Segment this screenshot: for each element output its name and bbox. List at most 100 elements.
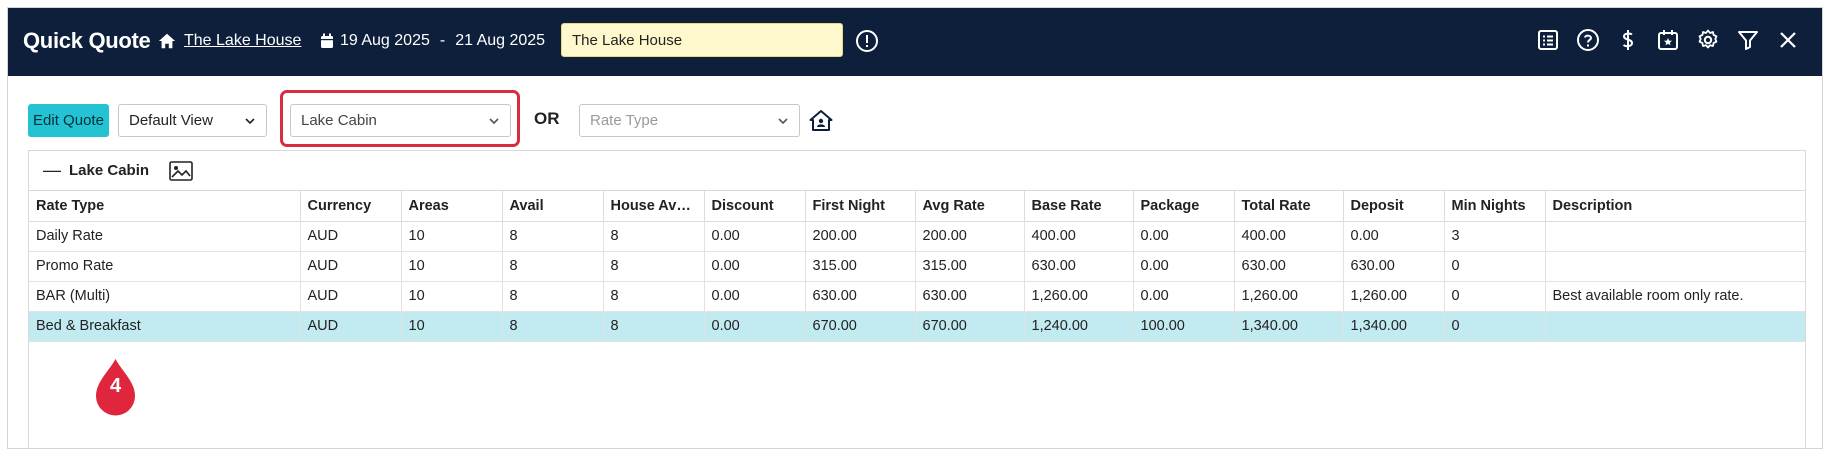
table-cell: 1,340.00 [1343,311,1445,342]
column-header[interactable]: Total Rate [1234,191,1344,222]
close-icon[interactable] [1776,28,1800,52]
quick-quote-window: Quick Quote The Lake House 19 Aug 2025 -… [7,7,1823,449]
table-cell: Promo Rate [29,251,301,282]
table-cell: 630.00 [1343,251,1445,282]
column-header[interactable]: First Night [805,191,916,222]
table-cell: 0.00 [1133,281,1235,312]
column-header[interactable]: House Avail... [603,191,705,222]
table-body: Daily Rate AUD 10 8 8 0.00 200.00 200.00 400.00 0… [29,221,1805,342]
column-header[interactable]: Areas [401,191,503,222]
page-title: Quick Quote [23,28,151,53]
table-cell: 1,240.00 [1024,311,1134,342]
table-cell: 200.00 [915,221,1025,252]
table-cell: 0 [1444,281,1546,312]
table-cell [1545,221,1805,252]
property-link-label[interactable]: The Lake House [184,32,301,50]
table-row[interactable]: Bed & Breakfast AUD 10 8 8 0.00 670.00 670.00 1,… [29,311,1805,342]
table-cell: 670.00 [805,311,916,342]
table-cell: 8 [603,251,705,282]
table-cell: 0.00 [704,281,806,312]
table-cell: 10 [401,281,503,312]
table-cell: 3 [1444,221,1546,252]
room-type-select[interactable]: Lake Cabin [290,104,511,137]
list-icon[interactable] [1536,28,1560,52]
room-rates-panel: — Lake Cabin Rate Type Currency Areas Avail… [28,150,1806,448]
table-cell: 100.00 [1133,311,1235,342]
panel-title: Lake Cabin [69,162,150,179]
column-header[interactable]: Base Rate [1024,191,1134,222]
date-separator: - [439,32,446,49]
quote-toolbar: Edit Quote Default View Lake Cabin OR Ra… [8,76,1822,147]
table-cell: 670.00 [915,311,1025,342]
panel-header: — Lake Cabin [29,151,1805,191]
date-from: 19 Aug 2025 [340,32,430,49]
table-cell: 10 [401,221,503,252]
rate-type-select[interactable]: Rate Type [579,104,800,137]
table-row[interactable]: BAR (Multi) AUD 10 8 8 0.00 630.00 630.00 1,260.… [29,281,1805,312]
table-cell: 0.00 [1133,221,1235,252]
property-home-link[interactable]: The Lake House [158,32,301,50]
table-cell: 0 [1444,251,1546,282]
house-user-icon[interactable] [809,109,833,133]
rate-type-placeholder: Rate Type [590,112,659,129]
header-toolbar [1536,28,1800,52]
column-header[interactable]: Rate Type [29,191,301,222]
room-type-select-value: Lake Cabin [301,112,377,129]
table-row[interactable]: Promo Rate AUD 10 8 8 0.00 315.00 315.00 630.00 0… [29,251,1805,282]
gear-icon[interactable] [1696,28,1720,52]
table-cell: 315.00 [915,251,1025,282]
calendar-icon [321,33,333,48]
column-header[interactable]: Deposit [1343,191,1445,222]
property-search-input[interactable] [561,23,843,57]
edit-quote-button[interactable]: Edit Quote [28,104,109,137]
table-cell: 1,260.00 [1343,281,1445,312]
or-label: OR [534,109,560,128]
table-cell: AUD [300,281,402,312]
image-icon[interactable] [169,160,193,181]
table-cell: 8 [502,311,604,342]
table-row[interactable]: Daily Rate AUD 10 8 8 0.00 200.00 200.00 400.00 0… [29,221,1805,252]
collapse-toggle[interactable]: — [43,160,61,181]
table-cell: 1,340.00 [1234,311,1344,342]
home-icon [158,33,176,49]
rates-table: Rate Type Currency Areas Avail House Avail..… [29,191,1805,342]
table-cell: 1,260.00 [1024,281,1134,312]
calendar-star-icon[interactable] [1656,28,1680,52]
table-cell: 8 [502,281,604,312]
table-cell: Best available room only rate. [1545,281,1805,312]
table-cell: AUD [300,311,402,342]
table-cell: 630.00 [805,281,916,312]
column-header[interactable]: Avail [502,191,604,222]
help-icon[interactable] [1576,28,1600,52]
column-header[interactable]: Package [1133,191,1235,222]
alert-icon[interactable] [855,29,879,53]
table-cell: 400.00 [1234,221,1344,252]
column-header[interactable]: Currency [300,191,402,222]
header-bar: Quick Quote The Lake House 19 Aug 2025 -… [8,8,1822,76]
table-cell: 0.00 [704,221,806,252]
table-cell: 630.00 [1024,251,1134,282]
column-header[interactable]: Avg Rate [915,191,1025,222]
step-marker-number: 4 [109,375,122,397]
view-select-value: Default View [129,112,213,129]
table-cell: 10 [401,311,503,342]
table-cell: Daily Rate [29,221,301,252]
table-cell [1545,311,1805,342]
table-cell: 630.00 [915,281,1025,312]
table-cell: 315.00 [805,251,916,282]
dollar-icon[interactable] [1616,28,1640,52]
column-header[interactable]: Discount [704,191,806,222]
table-cell: 0.00 [1343,221,1445,252]
table-cell: 630.00 [1234,251,1344,282]
table-cell: 400.00 [1024,221,1134,252]
table-cell: 0.00 [1133,251,1235,282]
filter-icon[interactable] [1736,28,1760,52]
view-select[interactable]: Default View [118,104,267,137]
table-cell: Bed & Breakfast [29,311,301,342]
chevron-down-icon [489,117,499,124]
table-cell [1545,251,1805,282]
table-cell: BAR (Multi) [29,281,301,312]
column-header[interactable]: Min Nights [1444,191,1546,222]
column-header[interactable]: Description [1545,191,1805,222]
date-range[interactable]: 19 Aug 2025 - 21 Aug 2025 [320,32,545,50]
